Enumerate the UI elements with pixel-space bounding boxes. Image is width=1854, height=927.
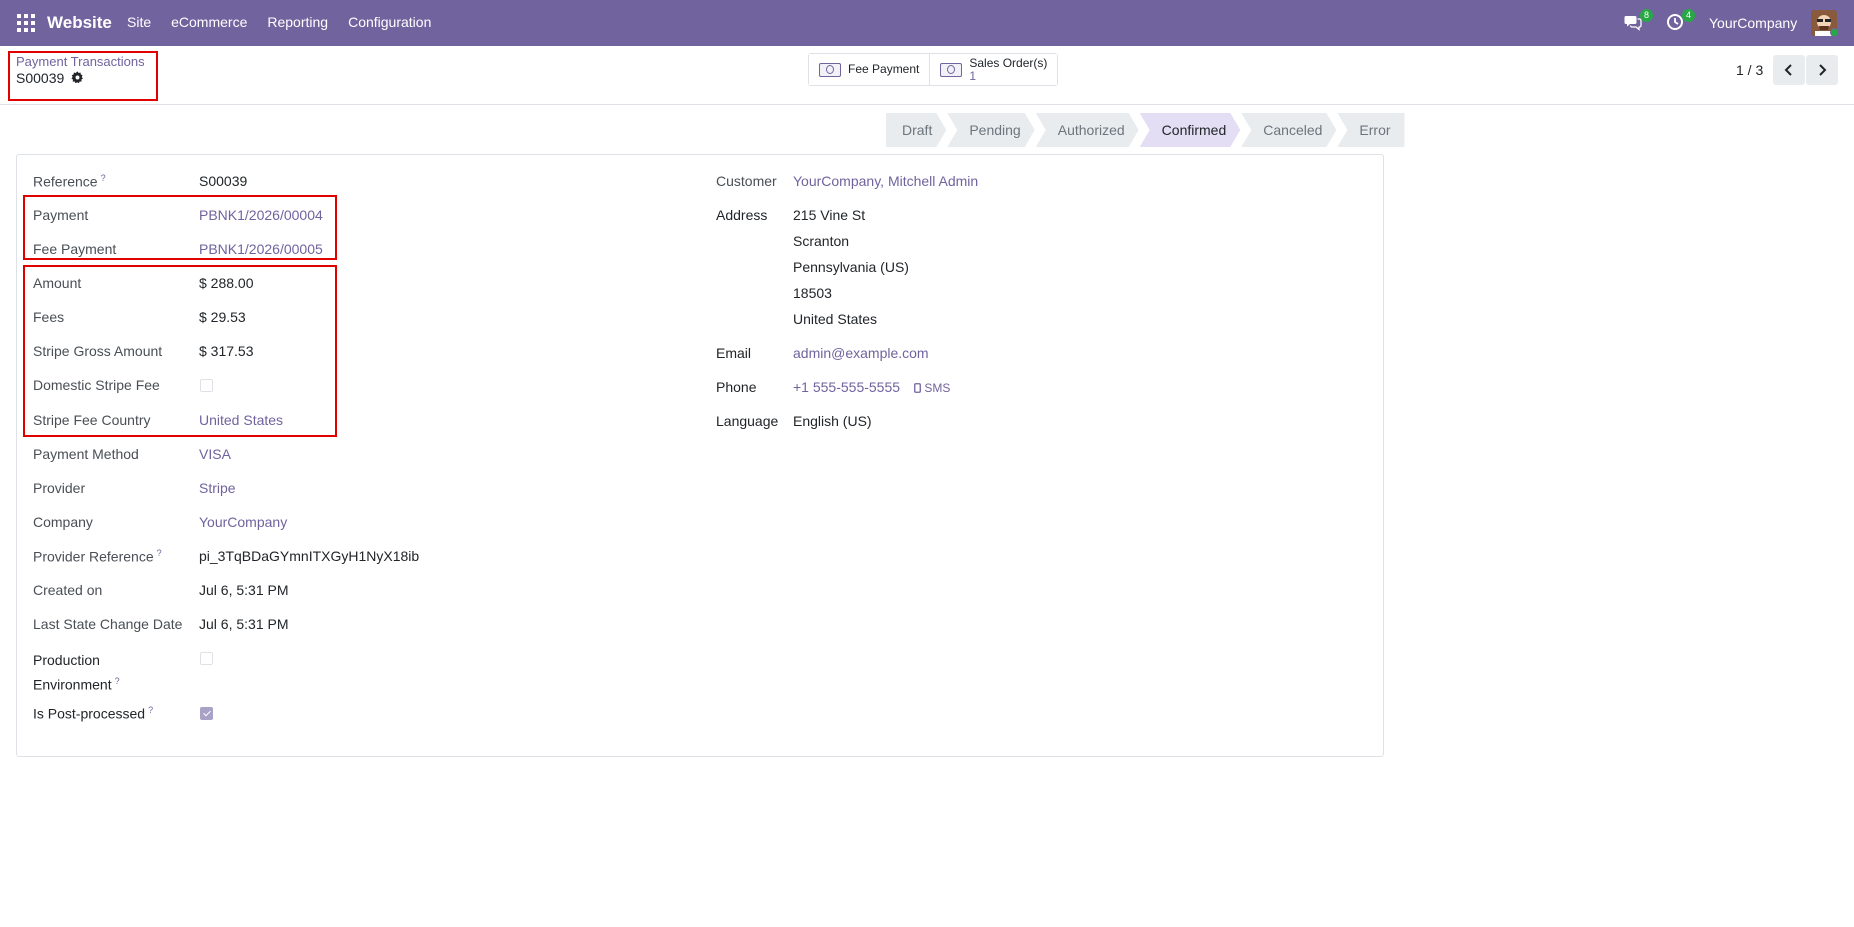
- online-status-dot: [1830, 28, 1839, 37]
- provider-reference-label: Provider Reference?: [33, 548, 162, 565]
- last-state-change-label: Last State Change Date: [33, 616, 183, 632]
- payment-method-label: Payment Method: [33, 446, 139, 462]
- pager-previous-button[interactable]: [1773, 55, 1805, 85]
- language-value: English (US): [793, 413, 872, 429]
- status-authorized[interactable]: Authorized: [1036, 113, 1139, 147]
- activities-icon[interactable]: 4: [1665, 9, 1695, 33]
- address-zip: 18503: [793, 285, 832, 301]
- help-icon[interactable]: ?: [101, 173, 106, 183]
- production-label-line-2: Environment: [33, 676, 112, 693]
- address-country: United States: [793, 311, 878, 327]
- pager-value[interactable]: 1 / 3: [1736, 62, 1763, 78]
- main-menu: Site eCommerce Reporting Configuration: [127, 14, 451, 30]
- is-post-processed-checkbox[interactable]: [200, 707, 213, 720]
- money-bill-icon: [940, 62, 963, 77]
- email-label: Email: [716, 345, 752, 361]
- phone-label: Phone: [716, 379, 757, 395]
- messages-icon[interactable]: 8: [1623, 9, 1653, 33]
- status-bar: Draft Pending Authorized Confirmed Cance…: [886, 113, 1406, 147]
- domestic-stripe-fee-checkbox[interactable]: [200, 379, 213, 392]
- activities-badge: 4: [1681, 9, 1695, 22]
- status-confirmed[interactable]: Confirmed: [1140, 113, 1241, 147]
- fees-label: Fees: [33, 309, 65, 325]
- reference-value: S00039: [199, 173, 248, 189]
- status-canceled[interactable]: Canceled: [1241, 113, 1336, 147]
- menu-item-site[interactable]: Site: [127, 14, 151, 30]
- is-post-processed-label-text: Is Post-processed: [33, 705, 146, 722]
- address-state: Pennsylvania (US): [793, 259, 909, 275]
- status-error[interactable]: Error: [1337, 113, 1405, 147]
- fee-payment-label: Fee Payment: [33, 241, 117, 257]
- breadcrumb-payment-transactions[interactable]: Payment Transactions: [16, 54, 145, 69]
- help-icon[interactable]: ?: [115, 676, 120, 686]
- app-brand[interactable]: Website: [47, 13, 112, 33]
- smart-buttons: Fee Payment Sales Order(s) 1: [808, 53, 1059, 86]
- sales-orders-smart-label: Sales Order(s): [969, 55, 1048, 70]
- fee-payment-smart-button[interactable]: Fee Payment: [809, 54, 930, 85]
- chevron-left-icon: [1784, 64, 1792, 76]
- amount-label: Amount: [33, 275, 82, 291]
- record-title: S00039: [16, 70, 65, 86]
- fee-payment-smart-label: Fee Payment: [848, 62, 920, 76]
- provider-reference-value: pi_3TqBDaGYmnITXGyH1NyX18ib: [199, 548, 420, 564]
- mobile-phone-icon: [914, 383, 921, 393]
- provider-label: Provider: [33, 480, 86, 496]
- stripe-fee-country-label: Stripe Fee Country: [33, 412, 151, 428]
- help-icon[interactable]: ?: [148, 705, 153, 715]
- reference-label: Reference?: [33, 173, 106, 190]
- stripe-gross-amount-value: $ 317.53: [199, 343, 254, 359]
- stripe-fee-country-link[interactable]: United States: [199, 412, 283, 428]
- payment-method-link[interactable]: VISA: [199, 446, 231, 462]
- address-city: Scranton: [793, 233, 850, 249]
- gear-icon[interactable]: [71, 71, 84, 84]
- provider-reference-label-text: Provider Reference: [33, 548, 154, 565]
- last-state-change-value: Jul 6, 5:31 PM: [199, 616, 289, 632]
- sms-button[interactable]: SMS: [914, 381, 950, 395]
- phone-link[interactable]: +1 555-555-5555: [793, 379, 900, 395]
- messages-badge: 8: [1639, 9, 1653, 22]
- stripe-gross-amount-label: Stripe Gross Amount: [33, 343, 163, 359]
- created-on-label: Created on: [33, 582, 103, 598]
- status-pending[interactable]: Pending: [947, 113, 1034, 147]
- pager-next-button[interactable]: [1806, 55, 1838, 85]
- sms-label: SMS: [924, 381, 951, 395]
- production-label-line-2-wrap: Environment?: [33, 671, 120, 696]
- address-street: 215 Vine St: [793, 207, 866, 223]
- company-link[interactable]: YourCompany: [199, 514, 287, 530]
- money-bill-icon: [819, 62, 841, 77]
- app-grid-icon[interactable]: [17, 14, 35, 32]
- created-on-value: Jul 6, 5:31 PM: [199, 582, 289, 598]
- chevron-right-icon: [1819, 64, 1827, 76]
- production-environment-label: Production Environment?: [33, 650, 120, 696]
- help-icon[interactable]: ?: [157, 548, 162, 558]
- payment-label: Payment: [33, 207, 89, 223]
- menu-item-reporting[interactable]: Reporting: [267, 14, 328, 30]
- email-link[interactable]: admin@example.com: [793, 345, 929, 361]
- menu-item-ecommerce[interactable]: eCommerce: [171, 14, 247, 30]
- reference-label-text: Reference: [33, 173, 98, 190]
- sales-orders-smart-button[interactable]: Sales Order(s) 1: [929, 54, 1058, 85]
- customer-label: Customer: [716, 173, 777, 189]
- status-draft[interactable]: Draft: [886, 113, 946, 147]
- top-navbar: Website Site eCommerce Reporting Configu…: [0, 0, 1854, 46]
- company-label: Company: [33, 514, 93, 530]
- company-switcher[interactable]: YourCompany: [1709, 15, 1797, 31]
- payment-link[interactable]: PBNK1/2026/00004: [199, 207, 323, 223]
- fees-value: $ 29.53: [199, 309, 246, 325]
- menu-item-configuration[interactable]: Configuration: [348, 14, 431, 30]
- production-label-line-1: Production: [33, 652, 100, 668]
- fee-payment-link[interactable]: PBNK1/2026/00005: [199, 241, 323, 257]
- domestic-stripe-fee-label: Domestic Stripe Fee: [33, 377, 160, 393]
- customer-link[interactable]: YourCompany, Mitchell Admin: [793, 173, 978, 189]
- sales-orders-smart-count: 1: [969, 68, 977, 83]
- address-label: Address: [716, 207, 768, 223]
- is-post-processed-label: Is Post-processed?: [33, 705, 153, 722]
- provider-link[interactable]: Stripe: [199, 480, 236, 496]
- amount-value: $ 288.00: [199, 275, 254, 291]
- production-environment-checkbox[interactable]: [200, 652, 213, 665]
- language-label: Language: [716, 413, 779, 429]
